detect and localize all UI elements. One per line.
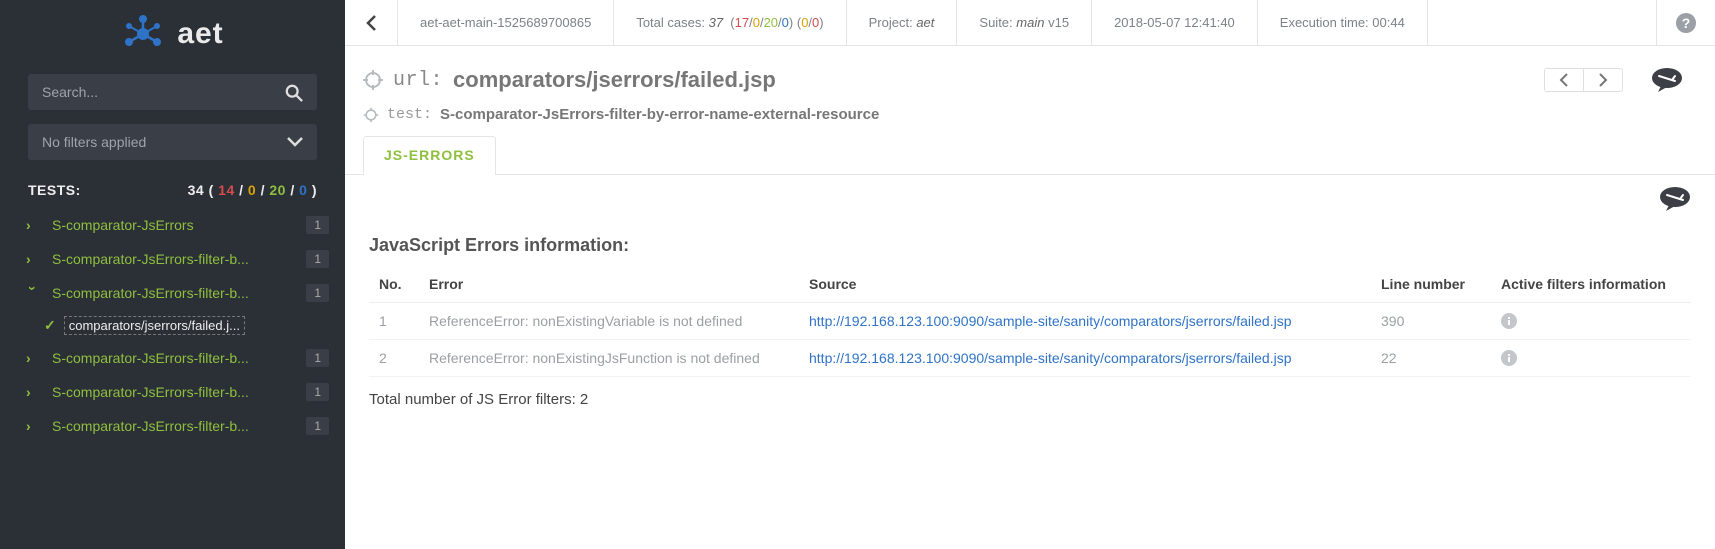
tabs: JS-ERRORS <box>345 135 1715 175</box>
check-icon: ✓ <box>44 317 56 334</box>
chevron-right-icon: › <box>26 384 40 400</box>
cell-filters[interactable] <box>1491 303 1691 340</box>
logo-icon <box>121 14 165 54</box>
subitem-label: comparators/jserrors/failed.j... <box>64 316 245 335</box>
main: aet-aet-main-1525689700865 Total cases: … <box>345 0 1715 549</box>
test-label: S-comparator-JsErrors-filter-b... <box>52 418 296 434</box>
errors-table: No. Error Source Line number Active filt… <box>369 270 1691 377</box>
target-icon <box>363 70 383 90</box>
suite-run: aet-aet-main-1525689700865 <box>398 0 614 45</box>
test-line: test: S-comparator-JsErrors-filter-by-er… <box>345 100 1715 135</box>
total-cases: Total cases: 37 ( 17 / 0 / 20 / 0 ) ( 0 … <box>614 0 846 45</box>
logo: aet <box>0 0 345 64</box>
test-subitem-selected[interactable]: ✓ comparators/jserrors/failed.j... <box>0 310 343 341</box>
table-row: 2 ReferenceError: nonExistingJsFunction … <box>369 340 1691 377</box>
topbar: aet-aet-main-1525689700865 Total cases: … <box>345 0 1715 46</box>
exec-time-cell: Execution time: 00:44 <box>1258 0 1428 45</box>
chevron-right-icon: › <box>26 251 40 267</box>
table-row: 1 ReferenceError: nonExistingVariable is… <box>369 303 1691 340</box>
chevron-right-icon: › <box>26 418 40 434</box>
col-error: Error <box>419 270 799 303</box>
cell-source: http://192.168.123.100:9090/sample-site/… <box>799 340 1371 377</box>
cell-source: http://192.168.123.100:9090/sample-site/… <box>799 303 1371 340</box>
test-item[interactable]: › S-comparator-JsErrors-filter-b... 1 <box>0 276 343 310</box>
url-label: url: <box>393 69 443 92</box>
col-line: Line number <box>1371 270 1491 303</box>
info-icon <box>1501 313 1681 329</box>
sidebar: aet No filters applied TESTS: 34 ( 14 / … <box>0 0 345 549</box>
col-filters: Active filters information <box>1491 270 1691 303</box>
test-value: S-comparator-JsErrors-filter-by-error-na… <box>440 106 879 123</box>
svg-text:?: ? <box>1682 15 1691 31</box>
comment-button[interactable] <box>1647 64 1687 96</box>
cell-filters[interactable] <box>1491 340 1691 377</box>
test-item[interactable]: › S-comparator-JsErrors 1 <box>0 208 343 242</box>
timestamp-cell: 2018-05-07 12:41:40 <box>1092 0 1258 45</box>
source-link[interactable]: http://192.168.123.100:9090/sample-site/… <box>809 350 1292 366</box>
source-link[interactable]: http://192.168.123.100:9090/sample-site/… <box>809 313 1292 329</box>
test-list[interactable]: › S-comparator-JsErrors 1 › S-comparator… <box>0 208 345 549</box>
url-nav <box>1544 68 1623 92</box>
test-item[interactable]: › S-comparator-JsErrors-filter-b... 1 <box>0 375 343 409</box>
tab-jserrors[interactable]: JS-ERRORS <box>363 136 496 175</box>
test-label: S-comparator-JsErrors-filter-b... <box>52 285 296 301</box>
test-badge: 1 <box>306 417 329 435</box>
content: JavaScript Errors information: No. Error… <box>345 215 1715 428</box>
test-badge: 1 <box>306 383 329 401</box>
test-label: S-comparator-JsErrors-filter-b... <box>52 384 296 400</box>
test-label: S-comparator-JsErrors-filter-b... <box>52 251 296 267</box>
help-button[interactable]: ? <box>1656 0 1715 45</box>
url-value: comparators/jserrors/failed.jsp <box>453 67 776 93</box>
test-item[interactable]: › S-comparator-JsErrors-filter-b... 1 <box>0 242 343 276</box>
test-badge: 1 <box>306 349 329 367</box>
search-input[interactable] <box>28 74 317 110</box>
test-item[interactable]: › S-comparator-JsErrors-filter-b... 1 <box>0 409 343 443</box>
info-icon <box>1501 350 1681 366</box>
cell-no: 2 <box>369 340 419 377</box>
test-badge: 1 <box>306 250 329 268</box>
comment-button-secondary[interactable] <box>1655 183 1695 215</box>
search-icon[interactable] <box>285 84 303 102</box>
chevron-down-icon: › <box>25 286 41 300</box>
target-icon <box>363 107 379 123</box>
test-label: S-comparator-JsErrors-filter-b... <box>52 350 296 366</box>
cell-error: ReferenceError: nonExistingVariable is n… <box>419 303 799 340</box>
cell-line: 22 <box>1371 340 1491 377</box>
test-label-key: test: <box>387 106 432 123</box>
brand-text: aet <box>177 17 223 51</box>
col-no: No. <box>369 270 419 303</box>
back-button[interactable] <box>345 0 398 45</box>
chevron-right-icon: › <box>26 217 40 233</box>
test-badge: 1 <box>306 284 329 302</box>
cell-error: ReferenceError: nonExistingJsFunction is… <box>419 340 799 377</box>
test-item[interactable]: › S-comparator-JsErrors-filter-b... 1 <box>0 341 343 375</box>
chevron-down-icon <box>287 136 303 148</box>
cell-line: 390 <box>1371 303 1491 340</box>
test-badge: 1 <box>306 216 329 234</box>
test-label: S-comparator-JsErrors <box>52 217 296 233</box>
suite-cell: Suite: main v15 <box>957 0 1092 45</box>
filters-label: No filters applied <box>42 134 146 150</box>
filters-dropdown[interactable]: No filters applied <box>28 124 317 160</box>
next-button[interactable] <box>1584 69 1622 91</box>
project-cell: Project: aet <box>847 0 958 45</box>
chevron-right-icon: › <box>26 350 40 366</box>
cell-no: 1 <box>369 303 419 340</box>
prev-button[interactable] <box>1545 69 1584 91</box>
tests-counts: 34 ( 14 / 0 / 20 / 0 ) <box>188 182 317 198</box>
table-title: JavaScript Errors information: <box>369 235 1691 256</box>
url-bar: url: comparators/jserrors/failed.jsp <box>345 46 1715 100</box>
tests-label: TESTS: <box>28 182 81 198</box>
col-source: Source <box>799 270 1371 303</box>
tests-header: TESTS: 34 ( 14 / 0 / 20 / 0 ) <box>0 170 345 208</box>
total-filters: Total number of JS Error filters: 2 <box>369 391 1691 408</box>
